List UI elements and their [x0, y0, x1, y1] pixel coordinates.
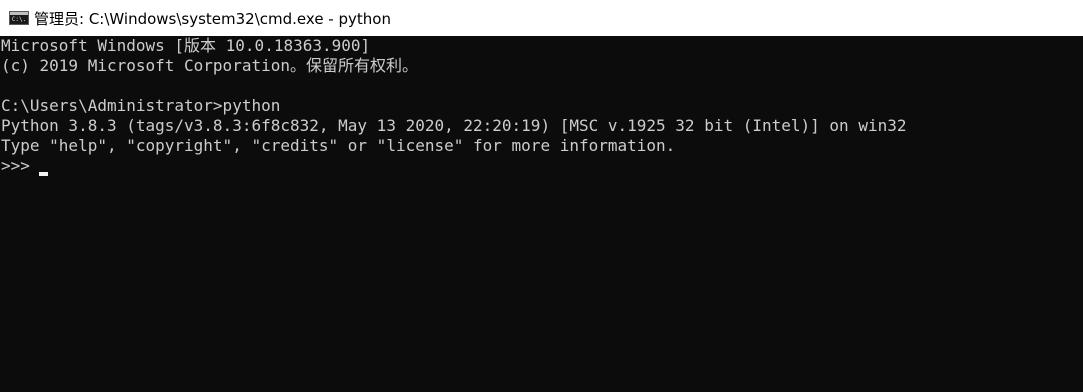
- console-line-command: C:\Users\Administrator>python: [1, 96, 281, 115]
- title-bar[interactable]: C:\. 管理员: C:\Windows\system32\cmd.exe - …: [0, 0, 1083, 36]
- text-cursor: [38, 172, 48, 176]
- console-line-help-hint: Type "help", "copyright", "credits" or "…: [1, 136, 676, 155]
- icon-text: C:\.: [11, 15, 27, 23]
- console-line-version: Microsoft Windows [版本 10.0.18363.900]: [1, 36, 371, 55]
- python-prompt-line[interactable]: >>>: [1, 156, 48, 176]
- python-prompt: >>>: [1, 156, 30, 175]
- command-prompt-icon[interactable]: C:\.: [9, 11, 29, 25]
- window-title: 管理员: C:\Windows\system32\cmd.exe - pytho…: [34, 9, 391, 28]
- console-output[interactable]: Microsoft Windows [版本 10.0.18363.900] (c…: [0, 36, 1083, 392]
- cmd-window: C:\. 管理员: C:\Windows\system32\cmd.exe - …: [0, 0, 1083, 392]
- console-line-python-version: Python 3.8.3 (tags/v3.8.3:6f8c832, May 1…: [1, 116, 907, 135]
- console-line-copyright: (c) 2019 Microsoft Corporation。保留所有权利。: [1, 56, 418, 75]
